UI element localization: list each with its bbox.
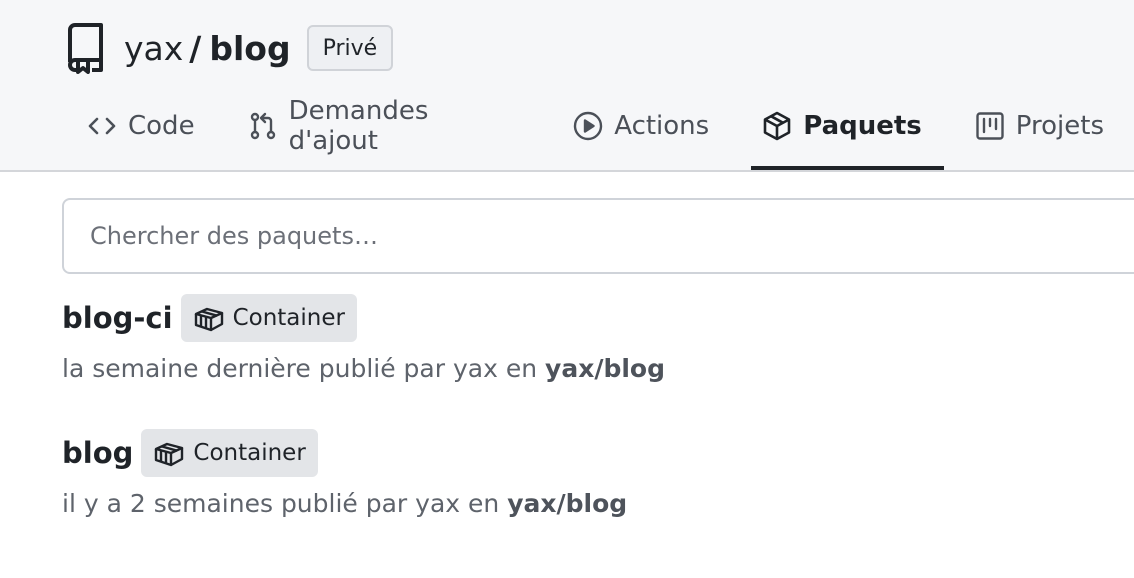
repo-name-link[interactable]: blog [209, 29, 290, 68]
package-meta: la semaine dernière publié par yax en ya… [62, 354, 665, 383]
tab-actions[interactable]: Actions [550, 100, 731, 152]
project-board-icon [976, 112, 1004, 140]
package-name-link[interactable]: blog-ci [62, 301, 173, 335]
repository-icon [68, 23, 103, 74]
package-type-badge: Container [141, 429, 318, 477]
in-text: en [505, 354, 538, 383]
tab-projects[interactable]: Projets [952, 100, 1126, 152]
published-by-text: publié par [318, 354, 446, 383]
visibility-badge: Privé [306, 25, 394, 71]
repo-header: yax / blog Privé Code Demandes d'ajout A… [0, 0, 1134, 172]
pull-request-icon [250, 112, 275, 140]
code-icon [88, 117, 116, 135]
repo-tabs: Code Demandes d'ajout Actions Paquets Pr… [64, 96, 1134, 170]
package-search-input[interactable] [62, 198, 1134, 274]
package-author-link[interactable]: yax [415, 489, 460, 518]
repo-owner-link[interactable]: yax [124, 29, 183, 68]
package-name-link[interactable]: blog [62, 436, 133, 470]
package-type-label: Container [232, 305, 345, 331]
tab-code-label: Code [128, 111, 195, 141]
package-repo-link[interactable]: yax/blog [545, 354, 665, 383]
package-repo-link[interactable]: yax/blog [507, 489, 627, 518]
published-by-text: publié par [280, 489, 408, 518]
tab-packages-label: Paquets [803, 111, 922, 141]
repo-separator: / [189, 28, 202, 68]
tab-pull-requests-label: Demandes d'ajout [288, 96, 429, 156]
package-author-link[interactable]: yax [453, 354, 498, 383]
package-type-badge: Container [180, 294, 357, 342]
package-time: il y a 2 semaines [62, 489, 273, 518]
package-time: la semaine dernière [62, 354, 311, 383]
repo-title: yax / blog Privé [64, 20, 394, 76]
in-text: en [468, 489, 500, 518]
tab-code[interactable]: Code [64, 100, 217, 152]
tab-projects-label: Projets [1015, 111, 1104, 141]
package-meta: il y a 2 semaines publié par yax en yax/… [62, 489, 627, 518]
play-circle-icon [574, 111, 603, 141]
tab-actions-label: Actions [614, 111, 710, 141]
tab-pull-requests[interactable]: Demandes d'ajout [225, 96, 543, 156]
tab-packages[interactable]: Paquets [739, 100, 944, 170]
list-item: blog-ci Container la semaine dernière pu… [62, 294, 665, 383]
list-item: blog Container il y a 2 semaines publié … [62, 429, 627, 518]
container-icon [155, 442, 184, 467]
package-type-label: Container [193, 440, 306, 466]
container-icon [194, 307, 223, 332]
package-icon [763, 111, 791, 141]
